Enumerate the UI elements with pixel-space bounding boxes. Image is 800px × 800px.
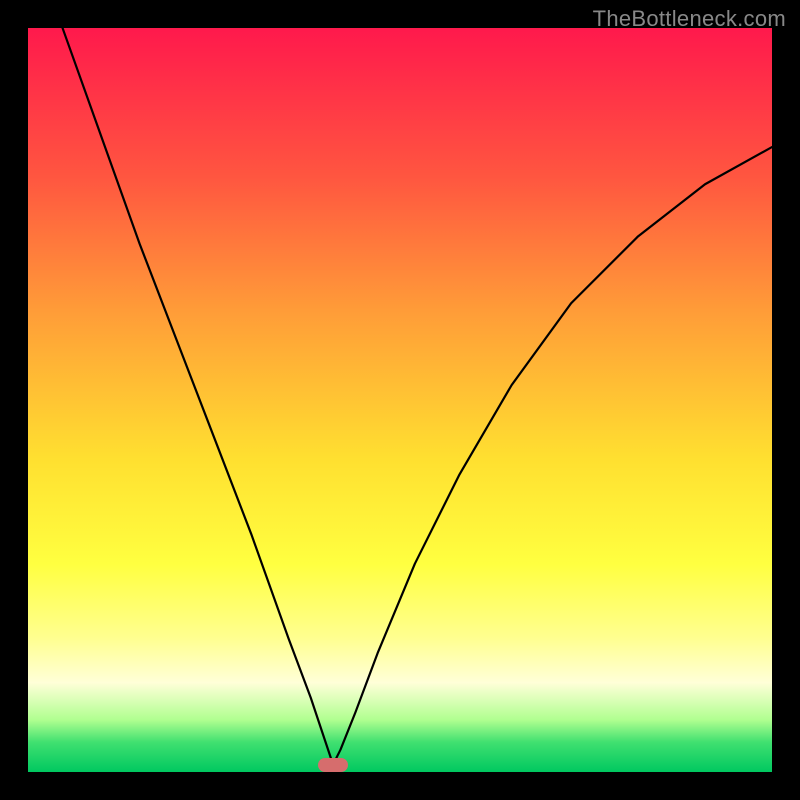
chart-curve [28, 28, 772, 772]
watermark-text: TheBottleneck.com [593, 6, 786, 32]
bottleneck-marker [318, 758, 348, 772]
